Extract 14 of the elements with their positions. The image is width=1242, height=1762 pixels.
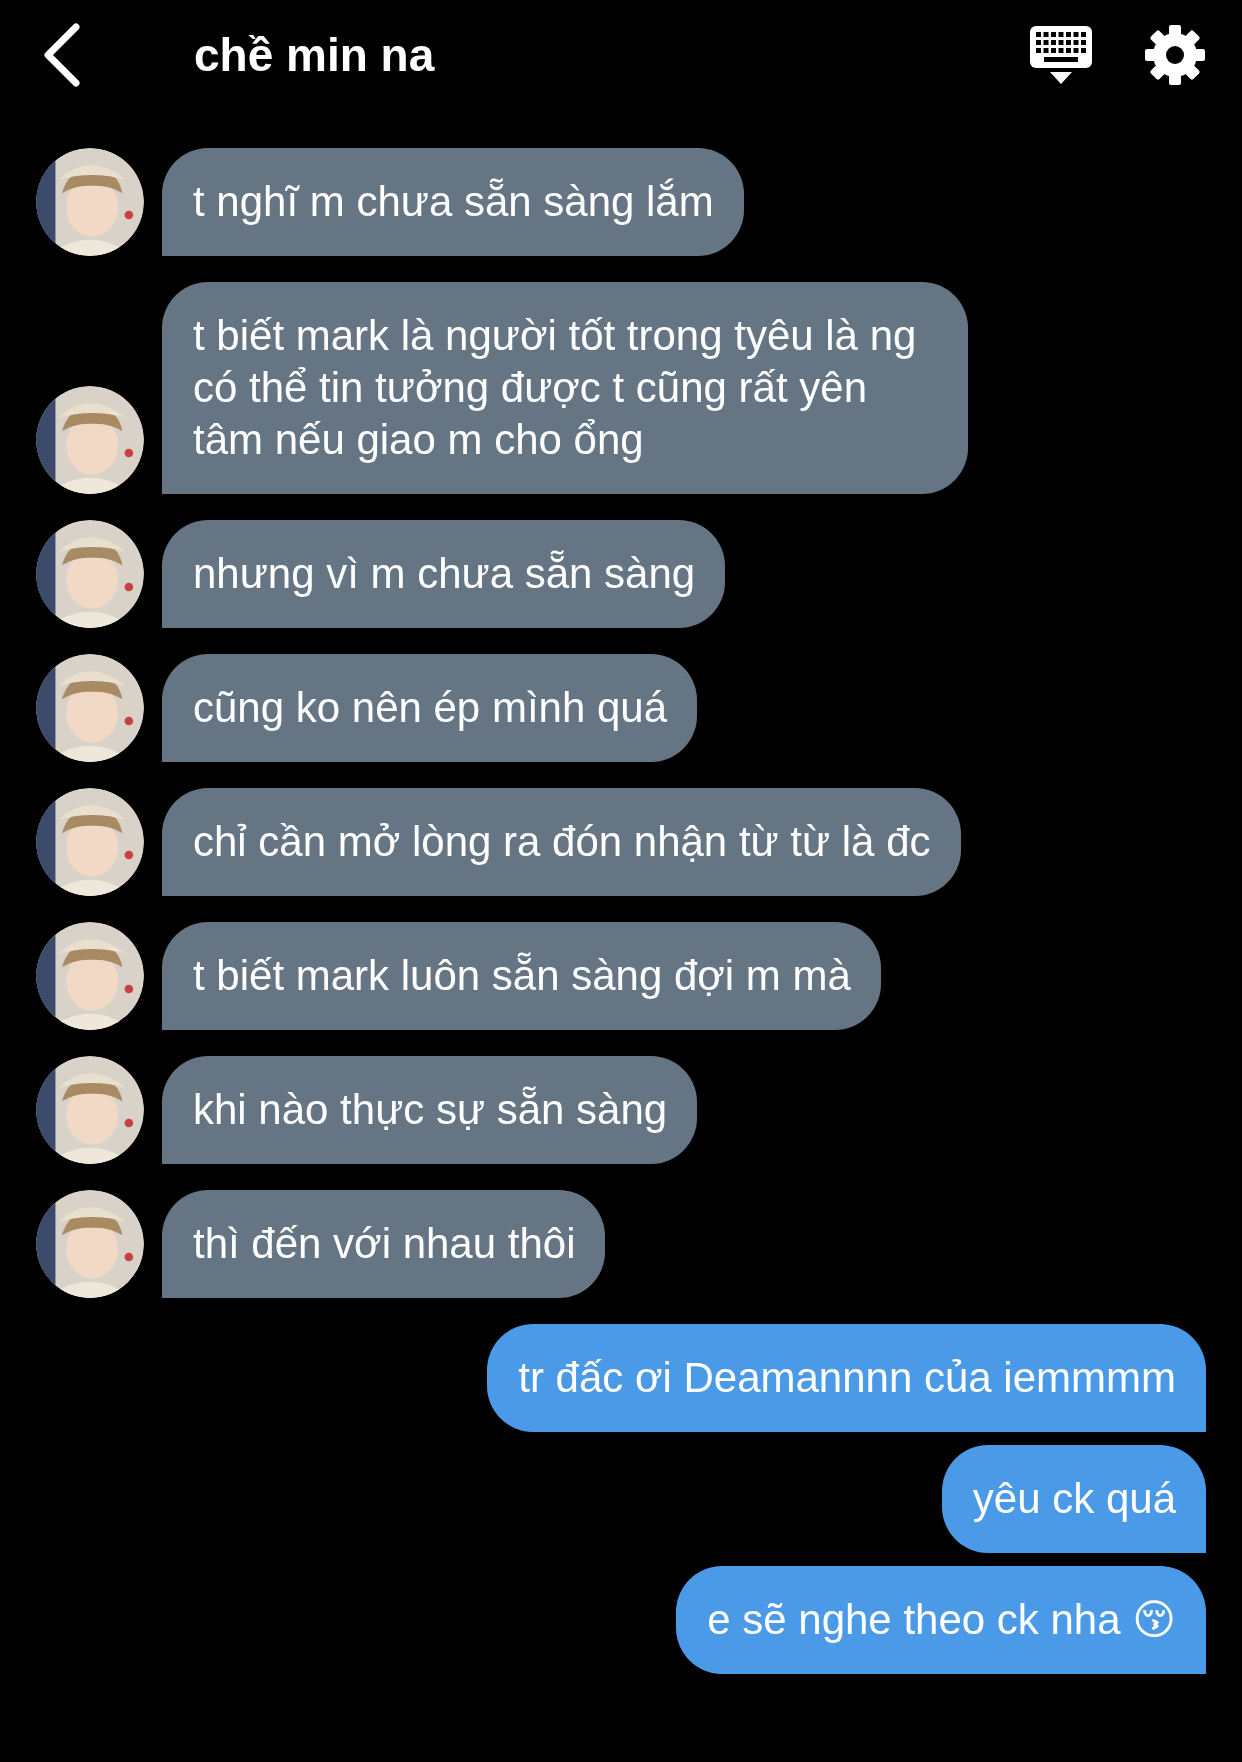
settings-icon[interactable] (1144, 24, 1206, 86)
message-bubble: tr đấc ơi Deamannnn của iemmmm (487, 1324, 1206, 1432)
chat-title: chề min na (194, 28, 436, 82)
message-bubble: khi nào thực sự sẵn sàng (162, 1056, 698, 1164)
message-bubble: chỉ cần mở lòng ra đón nhận từ từ là đc (162, 788, 961, 896)
message-bubble: t biết mark luôn sẵn sàng đợi m mà (162, 922, 881, 1030)
keyboard-icon[interactable] (1028, 24, 1094, 86)
message-bubble: e sẽ nghe theo ck nha 😚 (676, 1566, 1206, 1674)
message-bubble: yêu ck quá (941, 1445, 1206, 1553)
message-bubble: cũng ko nên ép mình quá (162, 654, 698, 762)
message-bubble: nhưng vì m chưa sẵn sàng (162, 520, 726, 628)
message-bubble: thì đến với nhau thôi (162, 1190, 606, 1298)
message-bubble: t biết mark là người tốt trong tyêu là ng có thể tin tưởng được t cũng rất yên tâm nếu giao m cho ổng (162, 282, 968, 494)
message-bubble: t nghĩ m chưa sẵn sàng lắm (162, 148, 744, 256)
